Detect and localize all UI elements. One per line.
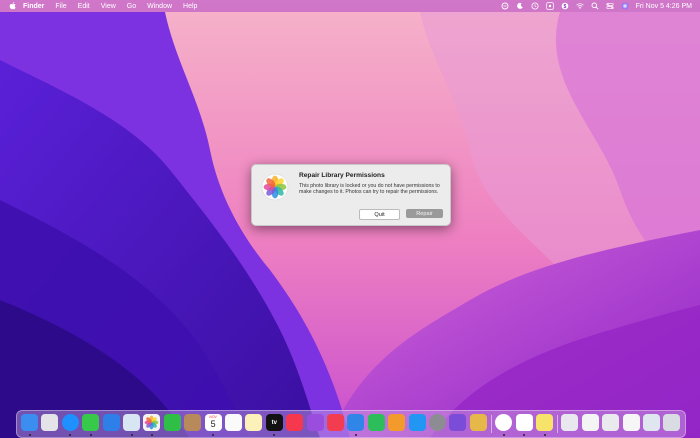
sync-icon[interactable] bbox=[501, 2, 509, 10]
running-indicator bbox=[89, 434, 92, 436]
dock-separator bbox=[557, 415, 559, 433]
running-indicator bbox=[354, 434, 357, 436]
menu-view[interactable]: View bbox=[101, 3, 116, 10]
notes-icon[interactable] bbox=[245, 414, 263, 431]
moon-icon[interactable] bbox=[516, 2, 524, 10]
menu-go[interactable]: Go bbox=[127, 3, 136, 10]
messages-icon[interactable] bbox=[82, 414, 100, 431]
apple-tv-icon[interactable]: tv bbox=[265, 414, 283, 431]
dialog-title: Repair Library Permissions bbox=[299, 172, 385, 179]
mail-icon[interactable] bbox=[102, 414, 120, 431]
podcasts-icon[interactable] bbox=[306, 414, 324, 431]
running-indicator bbox=[543, 434, 546, 436]
running-indicator bbox=[212, 434, 215, 436]
news-icon[interactable] bbox=[327, 414, 344, 431]
dock-separator bbox=[491, 415, 492, 433]
dock: NOV 5 tv bbox=[16, 410, 686, 438]
calendar-icon[interactable]: NOV 5 bbox=[204, 414, 222, 431]
wifi-icon[interactable] bbox=[575, 2, 584, 10]
window-thumb-3-icon[interactable] bbox=[602, 414, 620, 431]
menu-clock[interactable]: Fri Nov 5 4:26 PM bbox=[636, 3, 692, 10]
chrome-icon[interactable] bbox=[495, 414, 513, 431]
pages-icon[interactable] bbox=[388, 414, 406, 431]
menu-bar: Finder File Edit View Go Window Help $ F… bbox=[0, 0, 700, 12]
tv-label: tv bbox=[271, 419, 277, 426]
search-icon[interactable] bbox=[591, 2, 599, 10]
facetime-icon[interactable] bbox=[163, 414, 181, 431]
siri-icon[interactable] bbox=[621, 2, 629, 10]
menu-finder[interactable]: Finder bbox=[23, 3, 44, 10]
stickies-icon[interactable] bbox=[469, 414, 487, 431]
running-indicator bbox=[69, 434, 72, 436]
control-center-icon[interactable] bbox=[606, 2, 614, 10]
trash-icon[interactable] bbox=[663, 414, 681, 431]
dots-icon[interactable] bbox=[545, 2, 554, 10]
photos-icon[interactable] bbox=[143, 414, 161, 431]
repair-permissions-dialog: Repair Library Permissions This photo li… bbox=[251, 164, 451, 226]
calendar-day: 5 bbox=[210, 419, 216, 429]
app-store-icon[interactable] bbox=[408, 414, 426, 431]
sticky-notes-icon[interactable] bbox=[536, 414, 553, 431]
apple-menu-icon[interactable] bbox=[7, 2, 17, 10]
running-indicator bbox=[273, 434, 276, 436]
running-indicator bbox=[130, 434, 133, 436]
system-preferences-icon[interactable] bbox=[429, 414, 446, 431]
window-thumb-2-icon[interactable] bbox=[581, 414, 599, 431]
contacts-icon[interactable] bbox=[184, 414, 202, 431]
dollar-icon[interactable]: $ bbox=[561, 2, 569, 10]
window-thumb-4-icon[interactable] bbox=[622, 414, 640, 431]
keynote-icon[interactable] bbox=[347, 414, 365, 431]
menu-edit[interactable]: Edit bbox=[78, 3, 90, 10]
running-indicator bbox=[28, 434, 31, 436]
menu-window[interactable]: Window bbox=[147, 3, 172, 10]
safari-icon[interactable] bbox=[61, 414, 79, 431]
photos-app-icon bbox=[261, 173, 289, 201]
feedback-icon[interactable] bbox=[449, 414, 467, 431]
numbers-icon[interactable] bbox=[367, 414, 385, 431]
window-thumb-1-icon[interactable] bbox=[561, 414, 579, 431]
running-indicator bbox=[150, 434, 153, 436]
menu-file[interactable]: File bbox=[55, 3, 66, 10]
repair-button[interactable]: Repair bbox=[406, 209, 443, 218]
dialog-message: This photo library is locked or you do n… bbox=[299, 183, 440, 196]
running-indicator bbox=[502, 434, 505, 436]
reminders-icon[interactable] bbox=[225, 414, 242, 431]
finder-icon[interactable] bbox=[21, 414, 38, 431]
clock-icon[interactable] bbox=[531, 2, 539, 10]
slack-icon[interactable] bbox=[515, 414, 533, 431]
music-icon[interactable] bbox=[286, 414, 304, 431]
running-indicator bbox=[523, 434, 526, 436]
launchpad-icon[interactable] bbox=[41, 414, 59, 431]
preview-icon[interactable] bbox=[123, 414, 140, 431]
menu-help[interactable]: Help bbox=[183, 3, 197, 10]
svg-text:$: $ bbox=[563, 4, 566, 10]
window-thumb-5-icon[interactable] bbox=[643, 414, 660, 431]
quit-button[interactable]: Quit bbox=[359, 209, 400, 220]
status-area: $ Fri Nov 5 4:26 PM bbox=[501, 2, 692, 10]
